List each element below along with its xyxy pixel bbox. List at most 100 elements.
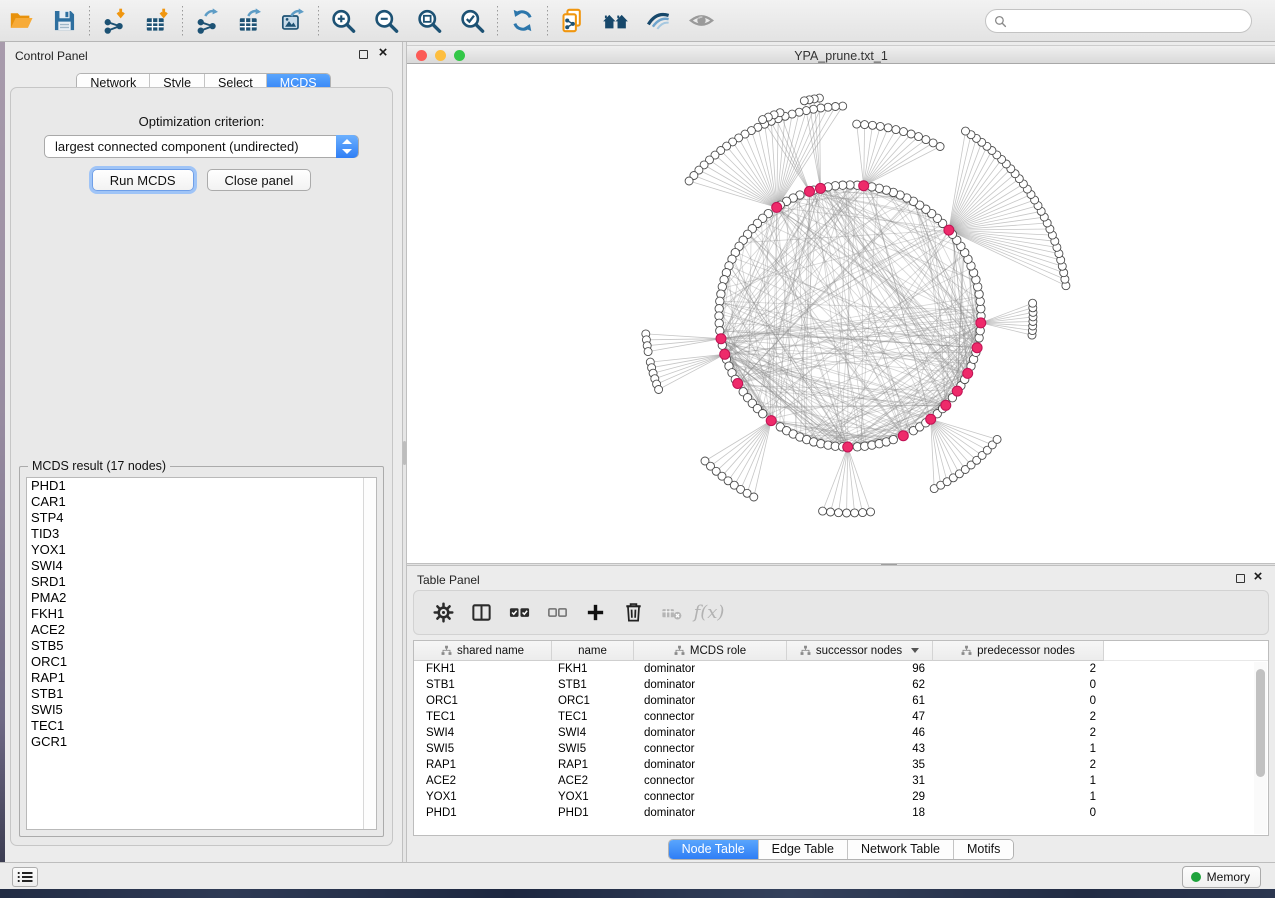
search-box [985, 9, 1252, 33]
column-header-shared-name[interactable]: shared name [414, 641, 552, 661]
import-network-icon[interactable] [93, 3, 136, 39]
table-cell: STB1 [414, 677, 552, 693]
mcds-result-frame: MCDS result (17 nodes) PHD1CAR1STP4TID3Y… [19, 466, 384, 837]
list-icon [17, 871, 33, 883]
desktop-wallpaper-bottom [0, 889, 1275, 898]
column-settings-gear-icon[interactable] [424, 595, 462, 631]
float-panel-icon[interactable] [359, 50, 368, 59]
export-network-icon[interactable] [186, 3, 229, 39]
column-header-predecessor-nodes[interactable]: predecessor nodes [933, 641, 1104, 661]
table-cell: 2 [933, 709, 1104, 725]
zoom-in-icon[interactable] [322, 3, 365, 39]
column-header-successor-nodes[interactable]: successor nodes [787, 641, 933, 661]
table-scrollbar[interactable] [1254, 662, 1267, 834]
tab-network-table[interactable]: Network Table [847, 840, 953, 859]
save-session-icon[interactable] [43, 3, 86, 39]
table-cell: TEC1 [552, 709, 634, 725]
split-panel-icon[interactable] [462, 595, 500, 631]
table-row[interactable]: STB1STB1dominator620 [414, 677, 1268, 693]
mcds-result-node[interactable]: ACE2 [27, 622, 376, 638]
mcds-result-node[interactable]: TID3 [27, 526, 376, 542]
table-row[interactable]: SWI4SWI4dominator462 [414, 725, 1268, 741]
open-session-icon[interactable] [0, 3, 43, 39]
clone-network-icon[interactable] [551, 3, 594, 39]
table-cell: 0 [933, 693, 1104, 709]
mcds-result-node[interactable]: SWI5 [27, 702, 376, 718]
mcds-result-node[interactable]: FKH1 [27, 606, 376, 622]
result-scrollbar[interactable] [363, 478, 376, 829]
zoom-selected-icon[interactable] [451, 3, 494, 39]
splitter-handle[interactable] [881, 564, 897, 565]
mcds-result-node[interactable]: PMA2 [27, 590, 376, 606]
table-panel: Table Panel × f(x) shared namenameMCDS r… [407, 566, 1275, 862]
zoom-fit-icon[interactable] [408, 3, 451, 39]
table-cell: 18 [787, 805, 933, 821]
table-cell: FKH1 [414, 661, 552, 677]
close-panel-button[interactable]: Close panel [207, 169, 312, 191]
mcds-result-node[interactable]: STB5 [27, 638, 376, 654]
table-cell: 62 [787, 677, 933, 693]
unselect-all-checks-icon[interactable] [538, 595, 576, 631]
mcds-result-node[interactable]: GCR1 [27, 734, 376, 750]
table-cell [1104, 741, 1268, 757]
select-all-checks-icon[interactable] [500, 595, 538, 631]
mcds-result-node[interactable]: ORC1 [27, 654, 376, 670]
table-cell: 47 [787, 709, 933, 725]
select-stepper-icon [336, 135, 358, 158]
import-table-icon[interactable] [136, 3, 179, 39]
table-row[interactable]: ORC1ORC1dominator610 [414, 693, 1268, 709]
close-panel-icon[interactable]: × [376, 44, 390, 62]
network-graph[interactable] [407, 64, 1275, 563]
mcds-result-node[interactable]: YOX1 [27, 542, 376, 558]
mcds-result-node[interactable]: CAR1 [27, 494, 376, 510]
mcds-result-node[interactable]: STB1 [27, 686, 376, 702]
float-panel-icon[interactable] [1236, 574, 1245, 583]
run-mcds-button[interactable]: Run MCDS [92, 169, 194, 191]
mcds-result-node[interactable]: SWI4 [27, 558, 376, 574]
search-input[interactable] [1012, 11, 1243, 31]
mcds-result-node[interactable]: STP4 [27, 510, 376, 526]
delete-column-icon[interactable] [614, 595, 652, 631]
mcds-result-list[interactable]: PHD1CAR1STP4TID3YOX1SWI4SRD1PMA2FKH1ACE2… [26, 477, 377, 830]
scrollbar-thumb[interactable] [1256, 669, 1265, 777]
mcds-result-node[interactable]: RAP1 [27, 670, 376, 686]
add-column-icon[interactable] [576, 595, 614, 631]
delete-table-icon [652, 595, 690, 631]
table-cell [1104, 725, 1268, 741]
tab-edge-table[interactable]: Edge Table [758, 840, 847, 859]
table-cell [1104, 709, 1268, 725]
export-table-icon[interactable] [229, 3, 272, 39]
mcds-result-node[interactable]: PHD1 [27, 478, 376, 494]
splitter-handle[interactable] [403, 441, 406, 465]
table-row[interactable]: ACE2ACE2connector311 [414, 773, 1268, 789]
close-panel-icon[interactable]: × [1251, 568, 1265, 586]
table-row[interactable]: PHD1PHD1dominator180 [414, 805, 1268, 821]
export-image-icon[interactable] [272, 3, 315, 39]
tab-node-table[interactable]: Node Table [669, 840, 758, 859]
task-history-button[interactable] [12, 867, 38, 887]
table-row[interactable]: TEC1TEC1connector472 [414, 709, 1268, 725]
optimization-criterion-select[interactable]: largest connected component (undirected) [44, 135, 359, 158]
control-panel-header: Control Panel × [5, 42, 402, 68]
network-window-title: YPA_prune.txt_1 [407, 49, 1275, 63]
column-header-name[interactable]: name [552, 641, 634, 661]
column-header-mcds-role[interactable]: MCDS role [634, 641, 787, 661]
table-row[interactable]: FKH1FKH1dominator962 [414, 661, 1268, 677]
mcds-result-node[interactable]: SRD1 [27, 574, 376, 590]
table-row[interactable]: SWI5SWI5connector431 [414, 741, 1268, 757]
table-toolbar: f(x) [413, 590, 1269, 635]
table-cell: dominator [634, 757, 787, 773]
network-view-canvas[interactable] [407, 64, 1275, 563]
houses-icon[interactable] [594, 3, 637, 39]
control-panel: Control Panel × NetworkStyleSelectMCDS O… [5, 42, 402, 862]
table-row[interactable]: RAP1RAP1dominator352 [414, 757, 1268, 773]
zoom-out-icon[interactable] [365, 3, 408, 39]
memory-button[interactable]: Memory [1182, 866, 1261, 888]
workspace: Control Panel × NetworkStyleSelectMCDS O… [0, 42, 1275, 862]
table-cell [1104, 693, 1268, 709]
graphics-details-icon[interactable] [637, 3, 680, 39]
table-row[interactable]: YOX1YOX1connector291 [414, 789, 1268, 805]
tab-motifs[interactable]: Motifs [953, 840, 1013, 859]
apply-layout-icon[interactable] [501, 3, 544, 39]
mcds-result-node[interactable]: TEC1 [27, 718, 376, 734]
